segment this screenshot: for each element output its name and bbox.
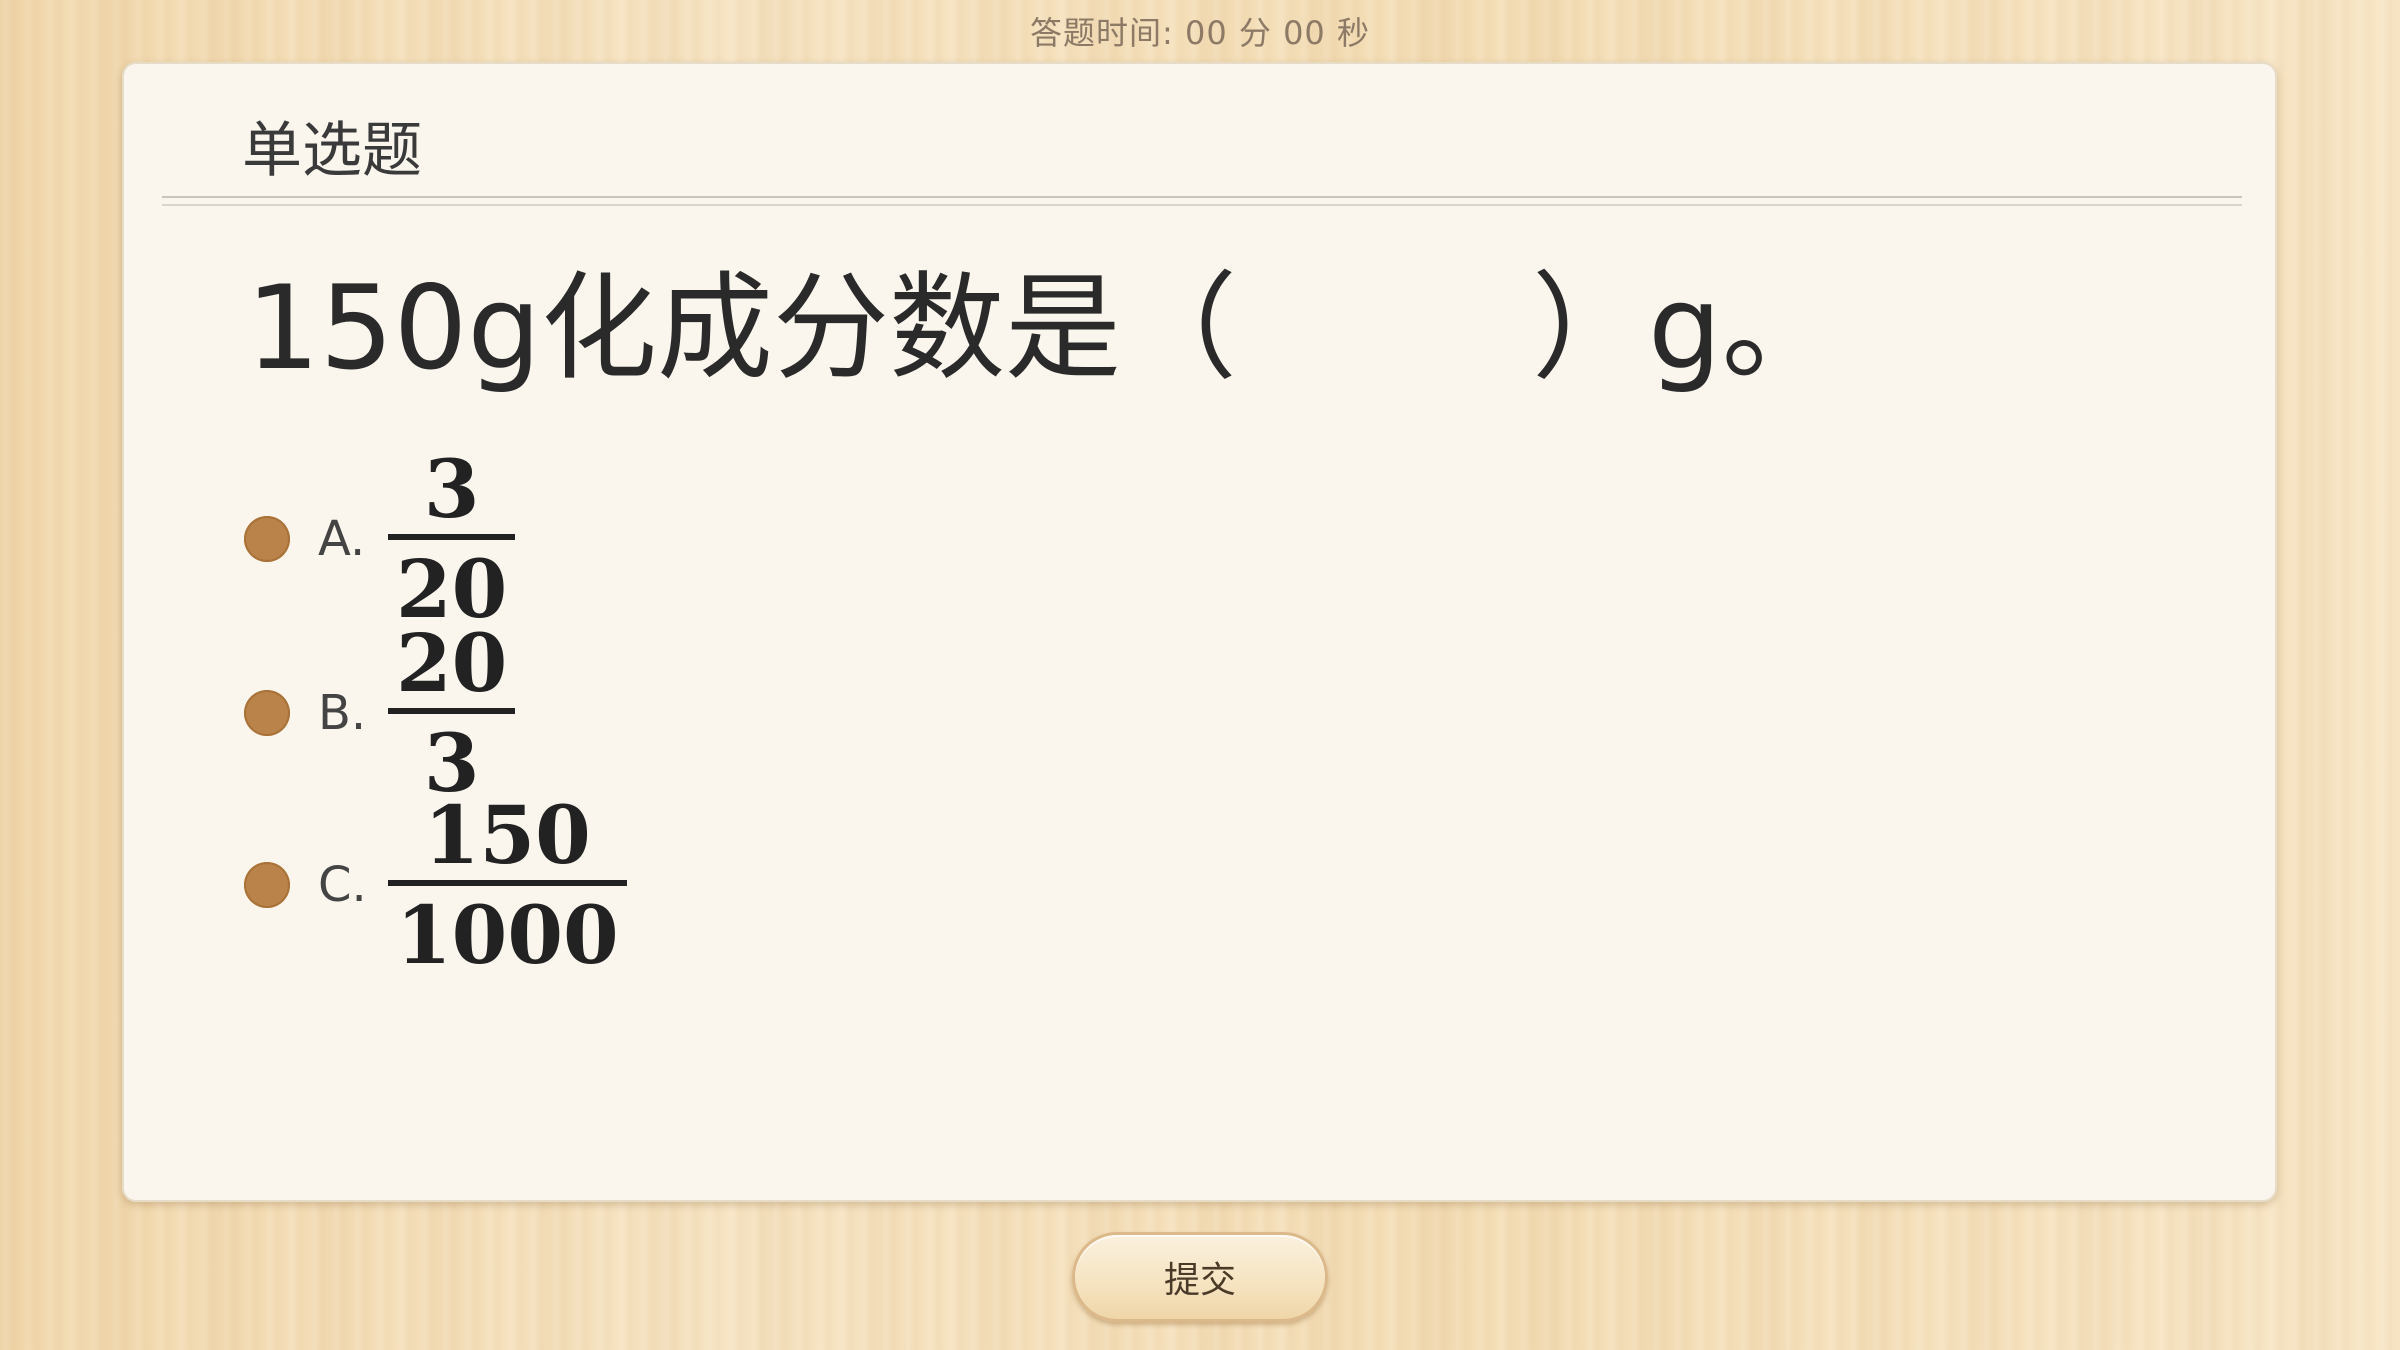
question-text: 150g化成分数是（ ）g。 bbox=[246, 261, 1838, 396]
question-card: 单选题 150g化成分数是（ ）g。 A. 3 20 B. 20 3 C. 15… bbox=[122, 62, 2277, 1202]
question-type-title: 单选题 bbox=[242, 116, 422, 186]
option-b[interactable]: B. 20 3 bbox=[244, 616, 516, 806]
option-letter: B. bbox=[318, 685, 367, 741]
fraction-a: 3 20 bbox=[388, 442, 516, 632]
option-letter: C. bbox=[318, 857, 367, 913]
fraction-denominator: 1000 bbox=[396, 888, 619, 982]
fraction-bar bbox=[388, 880, 627, 886]
fraction-c: 150 1000 bbox=[388, 792, 627, 978]
submit-button[interactable]: 提交 bbox=[1072, 1232, 1328, 1322]
fraction-numerator: 3 bbox=[423, 442, 480, 536]
option-c[interactable]: C. 150 1000 bbox=[244, 792, 627, 978]
timer-value: 00 分 00 秒 bbox=[1185, 14, 1370, 52]
timer-label: 答题时间: bbox=[1030, 14, 1174, 52]
fraction-numerator: 20 bbox=[396, 616, 508, 710]
divider bbox=[162, 204, 2242, 206]
radio-button-b[interactable] bbox=[244, 690, 290, 736]
fraction-bar bbox=[388, 708, 516, 714]
answer-timer: 答题时间: 00 分 00 秒 bbox=[0, 8, 2400, 54]
fraction-bar bbox=[388, 534, 516, 540]
fraction-numerator: 150 bbox=[423, 788, 591, 882]
option-a[interactable]: A. 3 20 bbox=[244, 442, 516, 632]
fraction-b: 20 3 bbox=[388, 616, 516, 806]
radio-button-a[interactable] bbox=[244, 516, 290, 562]
divider bbox=[162, 196, 2242, 198]
radio-button-c[interactable] bbox=[244, 862, 290, 908]
option-letter: A. bbox=[318, 511, 366, 567]
